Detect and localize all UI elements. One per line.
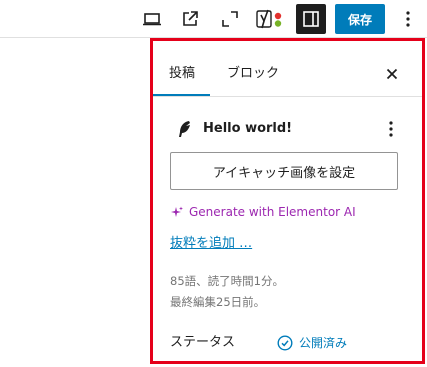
laptop-icon (143, 13, 161, 26)
sparkle-icon (171, 206, 183, 217)
tab-post[interactable]: 投稿 (169, 65, 195, 83)
feather-icon (179, 121, 190, 137)
close-sidebar-button[interactable] (383, 65, 401, 83)
tab-block[interactable]: ブロック (227, 65, 279, 83)
preview-button[interactable] (140, 5, 164, 33)
editor-toolbar: 保存 (0, 0, 427, 38)
options-button[interactable] (398, 5, 418, 33)
yoast-seo-button[interactable] (254, 5, 286, 33)
vertical-ellipsis-icon (389, 121, 393, 137)
post-meta: 85語、読了時間1分。 最終編集25日前。 (170, 271, 284, 313)
post-actions-button[interactable] (384, 119, 398, 139)
status-row: ステータス 公開済み (170, 333, 410, 353)
status-value: 公開済み (299, 336, 348, 350)
close-icon (386, 68, 398, 80)
sidebar-tabs: 投稿 ブロック (153, 41, 422, 97)
settings-sidebar-toggle[interactable] (296, 4, 326, 34)
fullscreen-icon (222, 11, 238, 27)
add-excerpt-link[interactable]: 抜粋を追加 … (170, 235, 252, 253)
elementor-ai-label: Generate with Elementor AI (189, 205, 356, 219)
settings-sidebar: 投稿 ブロック Hello world! アイキャッチ画像を設定 Generat… (150, 38, 425, 364)
elementor-ai-link[interactable]: Generate with Elementor AI (170, 204, 356, 220)
view-post-button[interactable] (178, 5, 202, 33)
last-edited: 最終編集25日前。 (170, 295, 266, 309)
set-featured-image-button[interactable]: アイキャッチ画像を設定 (170, 152, 398, 190)
post-title: Hello world! (203, 121, 293, 136)
status-toggle[interactable]: 公開済み (277, 334, 347, 352)
vertical-ellipsis-icon (406, 11, 410, 27)
word-count: 85語、読了時間1分。 (170, 274, 284, 288)
post-summary-header: Hello world! (175, 119, 405, 139)
external-link-icon (183, 11, 198, 26)
check-circle-icon (277, 335, 293, 351)
status-label: ステータス (170, 335, 236, 350)
fullscreen-button[interactable] (218, 5, 242, 33)
active-tab-indicator (153, 94, 210, 96)
yoast-icon (256, 9, 282, 29)
sidebar-toggle-icon (303, 11, 319, 27)
save-button[interactable]: 保存 (335, 4, 385, 34)
